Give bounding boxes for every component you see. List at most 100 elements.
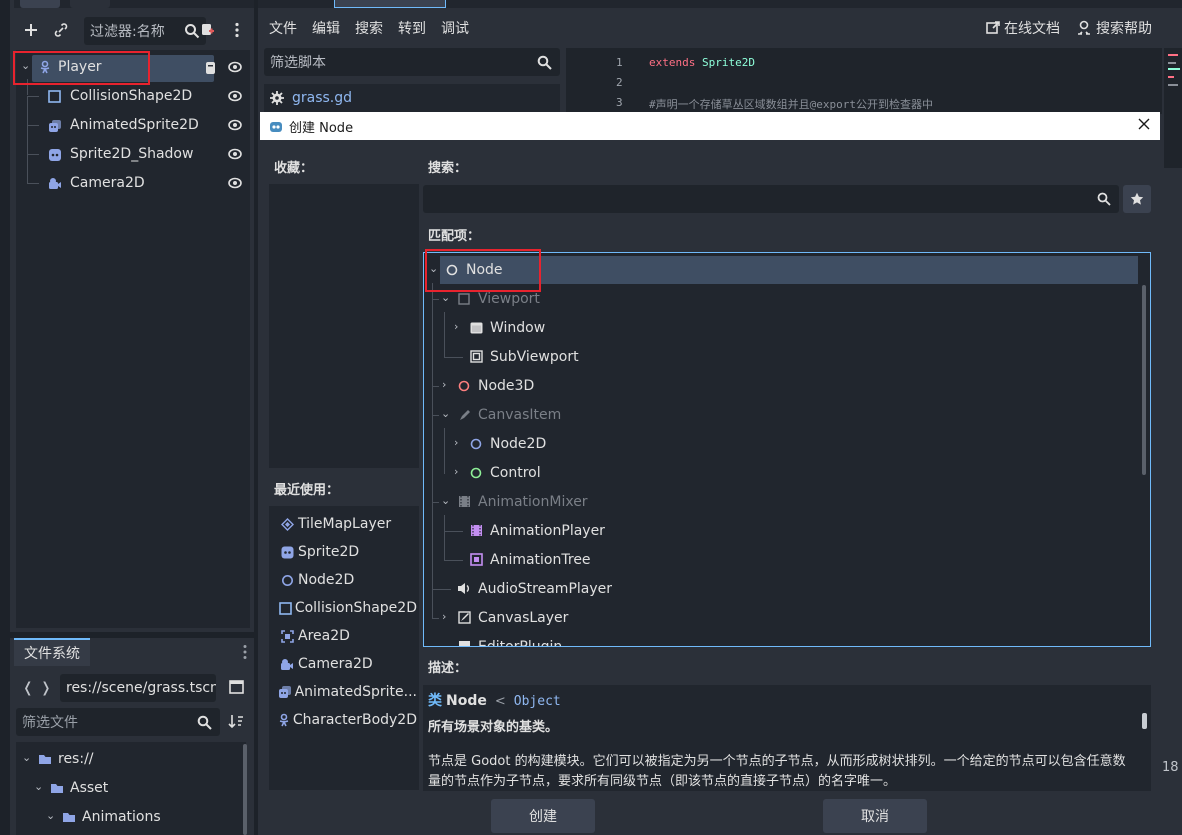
menu-search[interactable]: 搜索 [355, 18, 383, 38]
folder-icon [50, 782, 64, 794]
description-scrollbar[interactable] [1142, 713, 1147, 729]
visibility-eye-icon[interactable] [228, 90, 242, 102]
online-docs-button[interactable]: 在线文档 [986, 18, 1060, 38]
script-list-item[interactable]: grass.gd [270, 90, 352, 106]
filesystem-path-field[interactable]: res://scene/grass.tscn [60, 674, 216, 702]
audio-icon [456, 581, 472, 597]
filesystem-tree: ⌄ res:// ⌄ Asset ⌄ Animations [16, 742, 247, 835]
sprite-icon [277, 546, 297, 559]
plus-icon [25, 24, 37, 36]
desc-inherits-sep: < [494, 694, 506, 709]
recent-item-tilemaplayer[interactable]: TileMapLayer [277, 511, 417, 537]
matches-tree: ⌄ Node ⌄ Viewport › Window SubViewport ›… [423, 252, 1151, 647]
recent-item-area2d[interactable]: Area2D [277, 623, 417, 649]
star-icon [1130, 192, 1144, 205]
toggle-split-button[interactable] [229, 680, 244, 694]
tree-row-collisionshape[interactable]: CollisionShape2D [16, 79, 250, 111]
desc-inherits-link[interactable]: Object [514, 694, 561, 709]
toggle-favorite-button[interactable] [1123, 185, 1151, 213]
recent-item-label: Node2D [298, 572, 355, 588]
favorites-list [269, 184, 419, 468]
search-help-button[interactable]: 搜索帮助 [1076, 18, 1152, 38]
match-row-canvasitem[interactable]: CanvasItem [456, 400, 561, 429]
tree-row-animatedsprite[interactable]: AnimatedSprite2D [16, 96, 250, 140]
chevron-down-icon: ⌄ [34, 780, 44, 793]
recent-item-collisionshape2d[interactable]: CollisionShape2D [277, 595, 417, 621]
match-row-animationplayer[interactable]: AnimationPlayer [468, 516, 605, 545]
desc-class-name[interactable]: Node [446, 693, 487, 709]
tree-row-camera[interactable]: Camera2D [16, 154, 250, 198]
more-options-button[interactable] [224, 17, 250, 43]
match-row-label: AudioStreamPlayer [478, 580, 613, 597]
menu-goto[interactable]: 转到 [398, 18, 426, 38]
match-row-window[interactable]: Window [468, 313, 545, 342]
visibility-eye-icon[interactable] [228, 61, 242, 73]
script-icon[interactable] [204, 61, 217, 75]
scene-filter-input[interactable]: 过滤器:名称 [84, 17, 206, 45]
line-number: 3 [616, 96, 623, 109]
visibility-eye-icon[interactable] [228, 177, 242, 189]
fs-row-animations[interactable]: ⌄ Animations [16, 803, 250, 832]
kebab-menu-icon [235, 22, 239, 38]
match-row-label: AnimationTree [490, 551, 591, 568]
kebab-menu-icon[interactable] [242, 644, 248, 660]
match-row-label: CanvasLayer [478, 609, 569, 626]
add-node-button[interactable] [18, 17, 44, 43]
script-filter-input[interactable]: 筛选脚本 [264, 48, 560, 76]
close-button[interactable] [1137, 117, 1151, 131]
scene-toolbar: 过滤器:名称 [14, 12, 254, 48]
recent-item-label: AnimatedSprite... [294, 684, 417, 700]
visibility-eye-icon[interactable] [228, 119, 242, 131]
match-row-animationmixer[interactable]: AnimationMixer [456, 487, 588, 516]
code-keyword: extends [649, 56, 696, 69]
cancel-button[interactable]: 取消 [823, 799, 927, 833]
create-button[interactable]: 创建 [491, 799, 595, 833]
match-row-node3d[interactable]: Node3D [456, 371, 534, 400]
code-editor[interactable]: 1 extends Sprite2D 2 3 #声明一个存储草丛区域数组并且@e… [566, 48, 1162, 114]
sort-button[interactable] [228, 713, 244, 729]
recent-item-node2d[interactable]: Node2D [277, 567, 417, 593]
match-row-node2d[interactable]: Node2D [468, 429, 546, 458]
external-link-icon [986, 21, 1000, 34]
favorites-label: 收藏： [274, 161, 314, 176]
match-row-editorplugin[interactable]: EditorPlugin [456, 632, 563, 647]
fs-row-root[interactable]: ⌄ res:// [16, 745, 250, 774]
match-row-audiostreamplayer[interactable]: AudioStreamPlayer [456, 574, 612, 603]
tree-row-sprite-shadow[interactable]: Sprite2D_Shadow [16, 125, 250, 169]
back-button[interactable]: ❬ [22, 680, 34, 696]
chevron-right-icon: ❭ [40, 680, 52, 696]
tab-import[interactable] [70, 0, 110, 8]
match-row-subviewport[interactable]: SubViewport [468, 342, 579, 371]
tab-filesystem[interactable]: 文件系统 [14, 638, 90, 666]
tab-scene[interactable] [20, 0, 60, 8]
match-row-control[interactable]: Control [468, 458, 541, 487]
match-row-label: EditorPlugin [478, 638, 563, 647]
match-row-canvaslayer[interactable]: CanvasLayer [456, 603, 568, 632]
instance-scene-button[interactable] [48, 17, 74, 43]
filesystem-scrollbar[interactable] [243, 744, 247, 835]
match-row-label: Window [490, 319, 546, 336]
recent-item-characterbody2d[interactable]: CharacterBody2D [277, 707, 417, 733]
menu-debug[interactable]: 调试 [441, 18, 469, 38]
side-number: 18 [1162, 760, 1179, 775]
matches-scrollbar[interactable] [1142, 285, 1146, 475]
fs-row-asset[interactable]: ⌄ Asset [16, 774, 250, 803]
highlight-box-node [425, 249, 541, 292]
tab-active-script[interactable] [334, 0, 446, 8]
recent-item-camera2d[interactable]: Camera2D [277, 651, 417, 677]
menu-file[interactable]: 文件 [269, 18, 297, 38]
match-row-animationtree[interactable]: AnimationTree [468, 545, 591, 574]
animated-sprite-icon [277, 685, 294, 699]
visibility-eye-icon[interactable] [228, 148, 242, 160]
canvasitem-icon [456, 407, 472, 423]
attach-script-button[interactable] [194, 17, 220, 43]
fs-row-label: Asset [70, 780, 109, 796]
recent-item-sprite2d[interactable]: Sprite2D [277, 539, 417, 565]
menu-edit[interactable]: 编辑 [312, 18, 340, 38]
node-search-input[interactable] [423, 185, 1119, 213]
collision-shape-icon [277, 601, 294, 615]
recent-item-animatedsprite[interactable]: AnimatedSprite... [277, 679, 417, 705]
code-minimap[interactable] [1164, 48, 1182, 168]
forward-button[interactable]: ❭ [40, 680, 52, 696]
filesystem-filter-input[interactable]: 筛选文件 [16, 708, 220, 736]
